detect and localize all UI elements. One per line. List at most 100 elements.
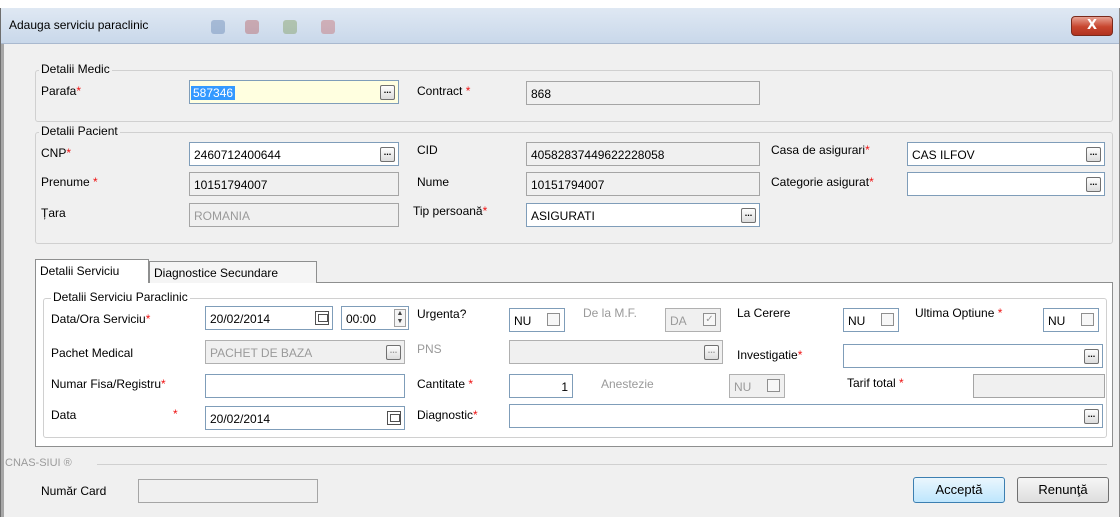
pns-label: PNS (417, 342, 442, 356)
anestezie-checkbox: NU (729, 374, 785, 398)
lacerere-checkbox[interactable]: NU (843, 308, 899, 332)
data-serviciu-value: 20/02/2014 (210, 312, 271, 326)
tarif-total-label: Tarif total * (847, 376, 904, 390)
lacerere-label: La Cerere (737, 306, 791, 320)
tip-persoana-lookup-button[interactable]: ... (741, 208, 756, 223)
spinner-icon[interactable]: ▲ ▼ (394, 309, 406, 327)
casa-value: CAS ILFOV (912, 148, 975, 162)
numar-card-label: Număr Card (41, 484, 107, 498)
casa-label: Casa de asigurari* (771, 143, 870, 157)
data-serviciu-field[interactable]: 20/02/2014 (205, 306, 333, 330)
prenume-label: Prenume * (41, 175, 98, 189)
investigatie-label: Investigatie* (737, 348, 803, 362)
window-title: Adauga serviciu paraclinic (9, 18, 149, 32)
pachet-value: PACHET DE BAZA (210, 346, 313, 360)
calendar-icon[interactable] (315, 311, 329, 325)
parafa-lookup-button[interactable]: ... (380, 85, 395, 100)
parafa-label: Parafa* (41, 84, 82, 98)
data-label: Data (51, 408, 77, 422)
categorie-label: Categorie asigurat* (771, 175, 874, 189)
prenume-value: 10151794007 (194, 178, 268, 192)
tab-detalii-serviciu[interactable]: Detalii Serviciu (35, 259, 149, 283)
pns-lookup-button: ... (704, 345, 719, 360)
close-button[interactable]: X (1071, 16, 1113, 36)
tara-value: ROMANIA (194, 209, 251, 223)
checkbox-icon (1081, 313, 1094, 326)
ghost-icon (245, 20, 259, 34)
data-ora-label: Data/Ora Serviciu* (51, 312, 151, 326)
pachet-label: Pachet Medical (51, 346, 134, 360)
data-required-marker: * (173, 407, 178, 421)
numar-fisa-field[interactable] (205, 374, 405, 398)
medic-group-title: Detalii Medic (39, 62, 112, 76)
investigatie-field[interactable]: ... (843, 344, 1103, 368)
ora-serviciu-value: 00:00 (346, 312, 377, 326)
parafa-value: 587346 (191, 86, 236, 100)
diagnostic-label: Diagnostic* (417, 408, 478, 422)
tarif-total-field (973, 374, 1105, 398)
investigatie-lookup-button[interactable]: ... (1084, 349, 1099, 364)
cnp-field[interactable]: 2460712400644 ... (189, 142, 399, 166)
urgenta-label: Urgenta? (417, 307, 467, 321)
checkbox-icon: ✓ (703, 313, 716, 326)
anestezie-value: NU (734, 380, 752, 394)
lacerere-value: NU (848, 314, 866, 328)
cnas-divider (97, 464, 1107, 465)
checkbox-icon (547, 313, 560, 326)
accept-button[interactable]: Acceptă (913, 477, 1005, 503)
nume-label: Nume (417, 175, 450, 189)
screen-top-edge (0, 0, 1120, 8)
categorie-field[interactable]: ... (907, 172, 1105, 196)
cantitate-label: Cantitate * (417, 377, 474, 391)
checkbox-icon (881, 313, 894, 326)
checkbox-icon (767, 379, 780, 392)
tab-label: Detalii Serviciu (40, 264, 120, 278)
cid-field: 40582837449622228058 (526, 142, 760, 166)
casa-field[interactable]: CAS ILFOV ... (907, 142, 1105, 166)
pachet-lookup-button: ... (386, 345, 401, 360)
tip-persoana-value: ASIGURATI (531, 209, 595, 223)
cancel-button[interactable]: Renunţă (1017, 477, 1109, 503)
cnp-value: 2460712400644 (194, 148, 281, 162)
ultima-optiune-value: NU (1048, 314, 1066, 328)
serviciu-group-title: Detalii Serviciu Paraclinic (51, 290, 190, 304)
urgenta-checkbox[interactable]: NU (509, 308, 565, 332)
close-icon: X (1086, 18, 1098, 33)
categorie-lookup-button[interactable]: ... (1086, 177, 1101, 192)
numar-card-field (138, 479, 318, 503)
cantitate-field[interactable]: 1 (509, 374, 573, 398)
tip-persoana-field[interactable]: ASIGURATI ... (526, 203, 760, 227)
tab-diagnostice-secundare[interactable]: Diagnostice Secundare (149, 261, 317, 283)
data-field[interactable]: 20/02/2014 (205, 406, 405, 430)
tab-label: Diagnostice Secundare (154, 266, 279, 280)
casa-lookup-button[interactable]: ... (1086, 147, 1101, 162)
cnp-label: CNP* (41, 146, 72, 160)
ora-serviciu-field[interactable]: 00:00 ▲ ▼ (341, 306, 409, 330)
diagnostic-lookup-button[interactable]: ... (1084, 409, 1099, 424)
ghost-icon (321, 20, 335, 34)
ghost-icon (283, 20, 297, 34)
diagnostic-field[interactable]: ... (509, 404, 1103, 428)
parafa-field[interactable]: 587346 ... (189, 80, 399, 104)
nume-field: 10151794007 (526, 172, 760, 196)
cnp-lookup-button[interactable]: ... (380, 147, 395, 162)
accept-button-label: Acceptă (935, 482, 983, 497)
tara-field: ROMANIA (189, 203, 399, 227)
cid-value: 40582837449622228058 (531, 148, 665, 162)
ghost-icon (211, 20, 225, 34)
contract-label: Contract * (417, 84, 471, 98)
nume-value: 10151794007 (531, 178, 605, 192)
title-bar[interactable]: Adauga serviciu paraclinic X (1, 8, 1119, 44)
calendar-icon[interactable] (387, 411, 401, 425)
tip-persoana-label: Tip persoană* (413, 204, 488, 218)
window-left-border (1, 44, 4, 517)
ultima-optiune-checkbox[interactable]: NU (1043, 308, 1099, 332)
cancel-button-label: Renunţă (1038, 482, 1088, 497)
tara-label: Țara (41, 206, 66, 220)
ultima-optiune-label: Ultima Optiune * (915, 306, 1003, 320)
prenume-field: 10151794007 (189, 172, 399, 196)
dialog-window: Adauga serviciu paraclinic X Detalii Med… (0, 8, 1120, 517)
contract-field: 868 (526, 81, 760, 105)
anestezie-label: Anestezie (601, 377, 654, 391)
numar-fisa-label: Numar Fisa/Registru* (51, 377, 166, 391)
